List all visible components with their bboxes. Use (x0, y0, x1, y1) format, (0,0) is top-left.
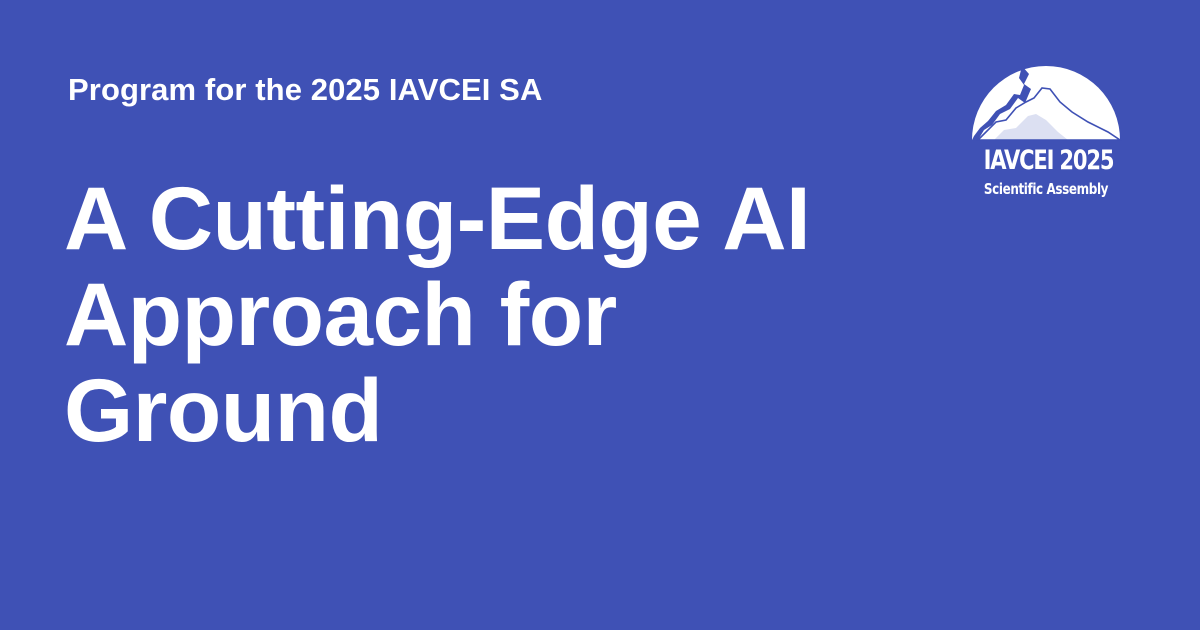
title-line-1: A Cutting-Edge AI (64, 168, 811, 268)
session-title: A Cutting-Edge AI Approach for Ground (64, 170, 924, 458)
logo-title: IAVCEI 2025 (983, 145, 1115, 176)
social-card: Program for the 2025 IAVCEI SA A Cutting… (0, 0, 1200, 630)
iavcei-logo: IAVCEI 2025 Scientific Assembly (966, 58, 1126, 208)
title-line-2: Approach for (64, 264, 617, 364)
program-subtitle: Program for the 2025 IAVCEI SA (68, 72, 543, 107)
volcano-logo-icon (972, 66, 1122, 141)
logo-subtitle: Scientific Assembly (983, 180, 1109, 198)
title-line-3: Ground (64, 360, 383, 460)
